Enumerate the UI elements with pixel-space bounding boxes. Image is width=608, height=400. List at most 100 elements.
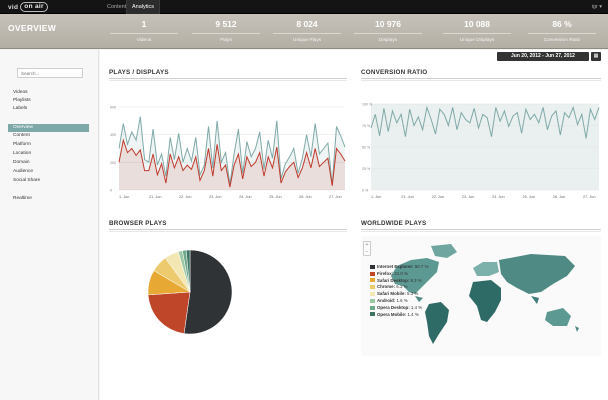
browser-plays-title: BROWSER PLAYS	[109, 220, 167, 227]
legend-value: 6.3 %	[395, 284, 408, 290]
y-tick-label: 75 %	[362, 124, 371, 128]
legend-label: Firefox:	[377, 270, 394, 276]
top-navigation-bar: vid on air Content Analytics igr ▾	[0, 0, 608, 14]
legend-label: Safari Desktop:	[377, 277, 410, 283]
date-range-picker[interactable]: Jun 20, 2012 - Jun 27, 2012	[497, 52, 589, 61]
stat-label: Conversion Ratio	[543, 38, 581, 43]
legend-item: Firefox: 21.0 %	[370, 271, 408, 276]
legend-swatch	[370, 278, 375, 283]
stat-label: Videos	[136, 38, 152, 43]
stat-value: 86 %	[552, 19, 572, 29]
x-tick-label: 21. Jun	[401, 195, 413, 199]
browser-plays-pie-chart	[140, 245, 240, 340]
zoom-in-icon[interactable]: +	[364, 242, 370, 249]
stat-label: Unique Displays	[459, 38, 495, 43]
south-america-shape	[425, 302, 449, 344]
stats-header: OVERVIEW 1 Videos 9 512 Plays 8 024 Uniq…	[0, 14, 608, 49]
main-content: PLAYS / DISPLAYS CONVERSION RATIO BROWSE…	[100, 50, 608, 400]
sidebar-item-domain[interactable]: Domain	[13, 159, 30, 167]
x-tick-label: 22. Jun	[179, 195, 191, 199]
x-tick-label: 21. Jun	[149, 195, 161, 199]
legend-item: Opera Desktop: 1.4 %	[370, 305, 422, 310]
calendar-icon[interactable]: ▦	[591, 52, 601, 61]
stat-unique-plays: 8 024 Unique Plays	[271, 19, 343, 43]
y-tick-label: 100 %	[362, 103, 373, 107]
stat-videos: 1 Videos	[108, 19, 180, 43]
legend-swatch	[370, 285, 375, 290]
legend-value: 1.6 %	[395, 298, 408, 303]
x-tick-label: 23. Jun	[462, 195, 474, 199]
legend-item: Chrome: 6.3 %	[370, 284, 408, 289]
stat-value: 10 088	[464, 19, 490, 29]
sidebar-item-location[interactable]: Location	[13, 150, 31, 158]
x-tick-label: 25. Jun	[269, 195, 281, 199]
legend-swatch	[370, 298, 375, 303]
y-tick-label: 50 %	[362, 146, 371, 150]
sidebar-item-videos[interactable]: Videos	[13, 89, 28, 97]
map-zoom-control[interactable]: + −	[363, 241, 371, 256]
conversion-ratio-chart: 0 % 25 % 50 % 75 % 100 % 1. Jun 21. Jun 22. Jun…	[361, 102, 601, 200]
legend-item: Android: 1.6 %	[370, 298, 408, 303]
x-tick-label: 22. Jun	[432, 195, 444, 199]
sidebar-item-platform[interactable]: Platform	[13, 141, 31, 149]
x-tick-label: 24. Jun	[239, 195, 251, 199]
x-tick-label: 27. Jun	[583, 195, 595, 199]
legend-swatch	[370, 264, 375, 269]
europe-shape	[473, 262, 499, 276]
page-title: OVERVIEW	[8, 23, 57, 33]
x-tick-label: 24. Jun	[492, 195, 504, 199]
x-tick-label: 23. Jun	[209, 195, 221, 199]
sidebar-item-overview[interactable]: Overview	[8, 124, 89, 132]
sidebar-item-realtime[interactable]: Realtime	[13, 195, 32, 203]
search-input[interactable]	[17, 68, 83, 78]
conversion-ratio-title: CONVERSION RATIO	[361, 69, 428, 76]
plays-displays-chart: 0 200 400 600 1. Jun 21. Jun 22. Jun 23. Jun 24.…	[109, 105, 347, 200]
legend-label: Internet Explorer:	[377, 264, 414, 269]
sidebar-item-audience[interactable]: Audience	[13, 168, 33, 176]
zoom-out-icon[interactable]: −	[364, 249, 370, 256]
legend-item: Safari Mobile: 5.3 %	[370, 291, 418, 296]
vidonair-logo[interactable]: vid on air	[8, 2, 48, 12]
stat-label: Unique Plays	[292, 38, 322, 43]
chart-svg: 0 200 400 600 1. Jun 21. Jun 22. Jun 23. Jun 24.…	[110, 106, 346, 199]
stat-plays: 9 512 Plays	[190, 19, 262, 43]
legend-item: Internet Explorer: 50.7 %	[370, 264, 429, 269]
y-tick-label: 400	[110, 133, 116, 137]
stat-value: 8 024	[296, 19, 318, 29]
legend-value: 1.4 %	[409, 304, 423, 310]
stat-unique-displays: 10 088 Unique Displays	[441, 19, 513, 43]
legend-value: 50.7 %	[413, 264, 429, 269]
legend-label: Opera Mobile:	[377, 311, 407, 317]
sidebar-item-content[interactable]: Content	[13, 132, 30, 140]
stat-value: 1	[141, 19, 147, 29]
stat-value: 10 976	[375, 19, 401, 29]
user-menu[interactable]: igr ▾	[592, 0, 602, 14]
x-tick-label: 26. Jun	[299, 195, 311, 199]
sidebar-item-social-share[interactable]: Social Share	[13, 177, 40, 185]
x-tick-label: 1. Jun	[371, 195, 381, 199]
legend-value: 9.3 %	[409, 277, 422, 283]
y-tick-label: 0	[110, 189, 112, 193]
legend-item: Opera Mobile: 1.4 %	[370, 312, 419, 317]
worldwide-plays-title: WORLDWIDE PLAYS	[361, 220, 427, 227]
y-tick-label: 200	[110, 161, 116, 165]
legend-swatch	[370, 292, 375, 297]
legend-swatch	[370, 305, 375, 310]
legend-label: Android:	[377, 298, 396, 303]
legend-item: Safari Desktop: 9.3 %	[370, 278, 422, 283]
sidebar-item-labels[interactable]: Labels	[13, 105, 27, 113]
sidebar: Videos Playlists Labels Overview Content…	[0, 50, 99, 400]
x-tick-label: 1. Jun	[119, 195, 129, 199]
legend-value: 5.3 %	[405, 291, 419, 297]
legend-value: 21.0 %	[393, 270, 408, 276]
stat-label: Displays	[378, 38, 398, 43]
stat-conversion-ratio: 86 % Conversion Ratio	[526, 19, 598, 43]
legend-label: Chrome:	[377, 284, 396, 290]
y-tick-label: 0 %	[362, 189, 369, 193]
legend-swatch	[370, 271, 375, 276]
tab-analytics[interactable]: Analytics	[126, 0, 161, 14]
logo-box: on air	[20, 2, 48, 12]
asia-shape	[499, 254, 575, 294]
pie-slice	[183, 249, 233, 335]
sidebar-item-playlists[interactable]: Playlists	[13, 97, 31, 105]
